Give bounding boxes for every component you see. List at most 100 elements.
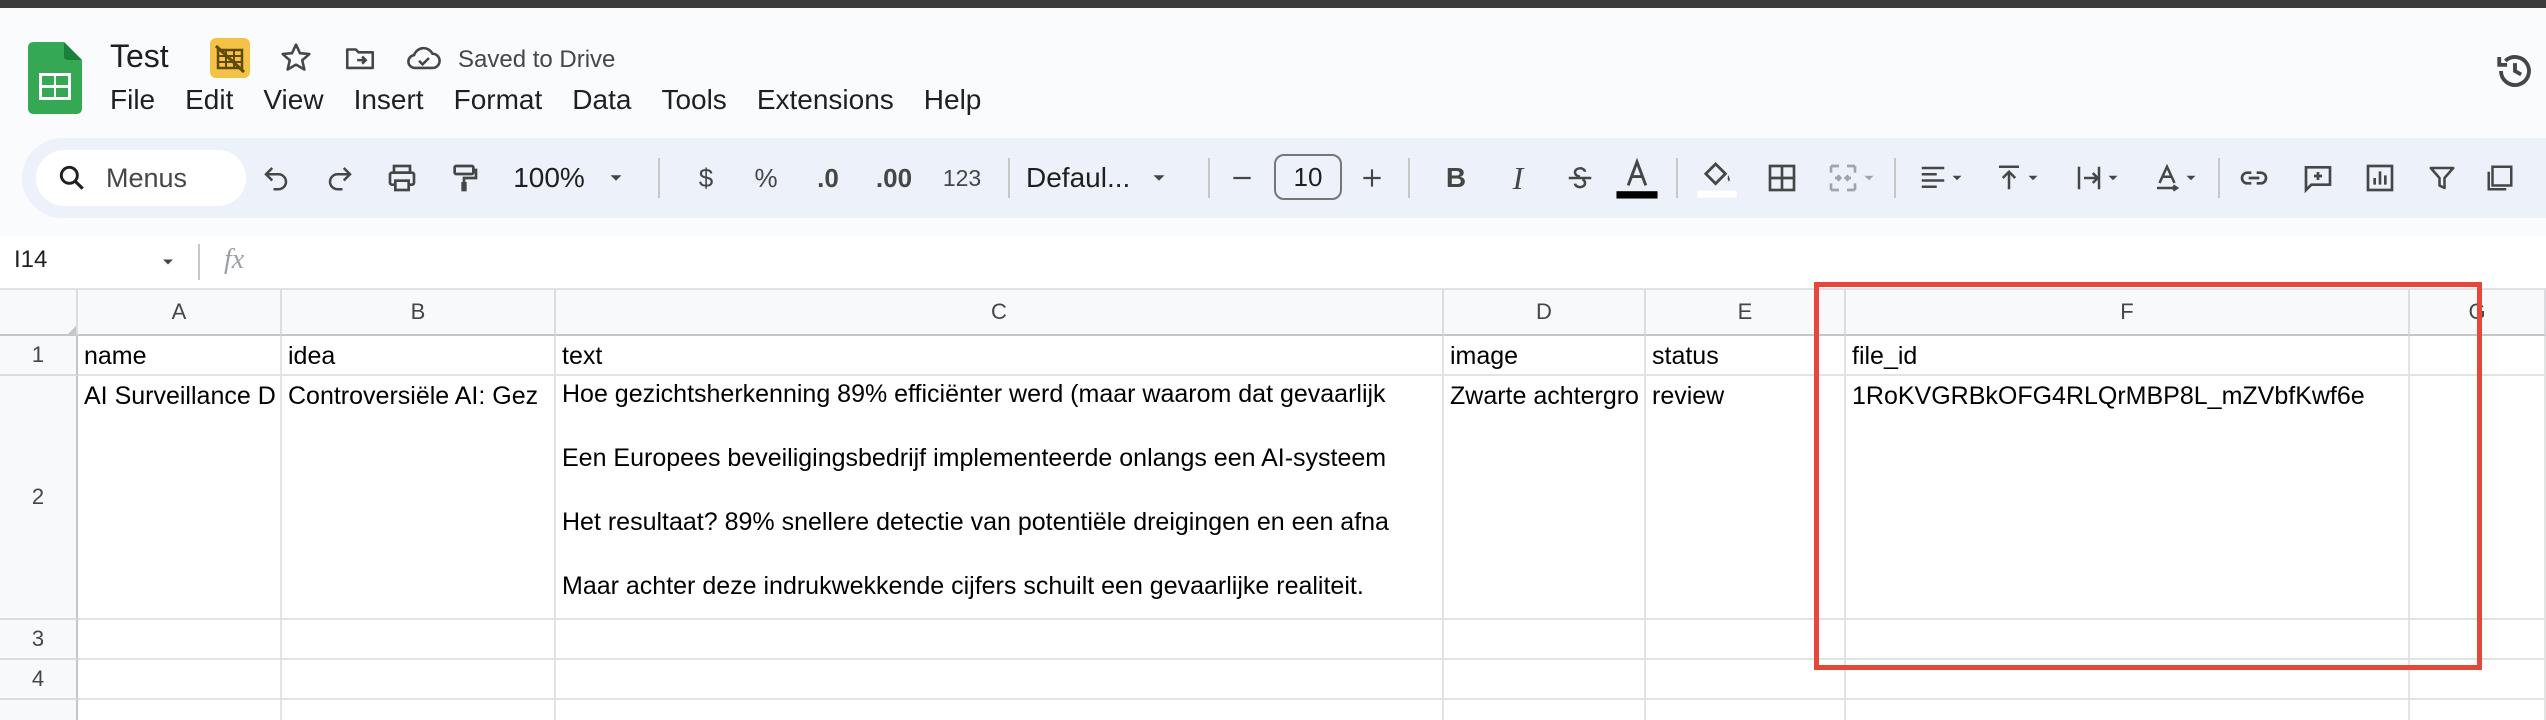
cell-b1[interactable]: idea <box>282 336 556 376</box>
cell-a2[interactable]: AI Surveillance D <box>78 376 282 620</box>
select-all-corner[interactable] <box>0 290 78 336</box>
column-header-g[interactable]: G <box>2410 290 2546 336</box>
cell-g1[interactable] <box>2410 336 2546 376</box>
increase-decimal-button[interactable]: .00 <box>866 138 922 218</box>
cell-f5[interactable] <box>1846 700 2410 720</box>
filter-button[interactable] <box>2420 138 2464 218</box>
cell-f4[interactable] <box>1846 660 2410 700</box>
cell-f2[interactable]: 1RoKVGRBkOFG4RLQrMBP8L_mZVbfKwf6e <box>1846 376 2410 620</box>
increase-font-size-button[interactable] <box>1352 138 1392 218</box>
horizontal-align-button[interactable] <box>1910 138 1974 218</box>
paint-format-icon <box>453 164 478 192</box>
cell-g5[interactable] <box>2410 700 2546 720</box>
cell-f1[interactable]: file_id <box>1846 336 2410 376</box>
menu-view[interactable]: View <box>263 84 323 116</box>
cell-e4[interactable] <box>1646 660 1846 700</box>
row-header-5[interactable] <box>0 700 78 720</box>
cell-c1[interactable]: text <box>556 336 1444 376</box>
cell-d2[interactable]: Zwarte achtergro <box>1444 376 1646 620</box>
strikethrough-button[interactable] <box>1558 138 1602 218</box>
cell-d4[interactable] <box>1444 660 1646 700</box>
text-rotation-button[interactable] <box>2144 138 2208 218</box>
star-icon[interactable] <box>276 38 316 78</box>
offline-badge-icon[interactable] <box>210 38 250 78</box>
cloud-check-icon[interactable] <box>404 38 444 78</box>
print-button[interactable] <box>380 138 424 218</box>
row-header-3[interactable]: 3 <box>0 620 78 660</box>
menu-file[interactable]: File <box>110 84 155 116</box>
cell-b2[interactable]: Controversiële AI: Gez <box>282 376 556 620</box>
sheets-logo-icon[interactable] <box>28 42 82 114</box>
cell-g3[interactable] <box>2410 620 2546 660</box>
font-size-input[interactable]: 10 <box>1274 154 1342 200</box>
cell-g4[interactable] <box>2410 660 2546 700</box>
redo-button[interactable] <box>318 138 362 218</box>
saved-status[interactable]: Saved to Drive <box>458 46 615 74</box>
decrease-decimal-button[interactable]: .0 <box>804 138 852 218</box>
insert-link-button[interactable] <box>2232 138 2276 218</box>
name-box[interactable]: I14 <box>14 246 47 274</box>
menu-insert[interactable]: Insert <box>354 84 424 116</box>
cell-b3[interactable] <box>282 620 556 660</box>
row-header-4[interactable]: 4 <box>0 660 78 700</box>
chevron-down-icon[interactable] <box>158 252 178 272</box>
column-header-e[interactable]: E <box>1646 290 1846 336</box>
currency-format-button[interactable]: $ <box>684 138 728 218</box>
filter-views-button[interactable] <box>2478 138 2522 218</box>
paint-format-button[interactable] <box>442 138 486 218</box>
menu-format[interactable]: Format <box>454 84 543 116</box>
merge-cells-button[interactable] <box>1822 138 1882 218</box>
cell-g2[interactable] <box>2410 376 2546 620</box>
history-icon[interactable] <box>2494 50 2536 92</box>
cell-d3[interactable] <box>1444 620 1646 660</box>
cell-c3[interactable] <box>556 620 1444 660</box>
undo-button[interactable] <box>254 138 298 218</box>
borders-button[interactable] <box>1760 138 1804 218</box>
column-header-d[interactable]: D <box>1444 290 1646 336</box>
formula-input[interactable] <box>270 244 2470 280</box>
text-color-button[interactable] <box>1610 138 1664 218</box>
cell-c5[interactable] <box>556 700 1444 720</box>
cell-c4[interactable] <box>556 660 1444 700</box>
column-header-a[interactable]: A <box>78 290 282 336</box>
cell-b5[interactable] <box>282 700 556 720</box>
cell-a1[interactable]: name <box>78 336 282 376</box>
menu-tools[interactable]: Tools <box>661 84 726 116</box>
cell-e1[interactable]: status <box>1646 336 1846 376</box>
cell-a3[interactable] <box>78 620 282 660</box>
move-folder-icon[interactable] <box>340 38 380 78</box>
column-header-c[interactable]: C <box>556 290 1444 336</box>
menu-data[interactable]: Data <box>572 84 631 116</box>
cell-d1[interactable]: image <box>1444 336 1646 376</box>
cell-a5[interactable] <box>78 700 282 720</box>
text-wrapping-button[interactable] <box>2066 138 2130 218</box>
fill-color-button[interactable] <box>1690 138 1744 218</box>
menu-extensions[interactable]: Extensions <box>757 84 894 116</box>
italic-button[interactable]: I <box>1498 138 1538 218</box>
zoom-select[interactable]: 100% <box>510 138 630 218</box>
cell-d5[interactable] <box>1444 700 1646 720</box>
cell-f3[interactable] <box>1846 620 2410 660</box>
font-family-select[interactable]: Defaul... <box>1026 138 1206 218</box>
menu-help[interactable]: Help <box>924 84 982 116</box>
cell-a4[interactable] <box>78 660 282 700</box>
document-title[interactable]: Test <box>110 38 169 75</box>
column-header-b[interactable]: B <box>282 290 556 336</box>
cell-e5[interactable] <box>1646 700 1846 720</box>
vertical-align-button[interactable] <box>1986 138 2050 218</box>
row-header-2[interactable]: 2 <box>0 376 78 620</box>
menu-edit[interactable]: Edit <box>185 84 233 116</box>
cell-e3[interactable] <box>1646 620 1846 660</box>
row-header-1[interactable]: 1 <box>0 336 78 376</box>
bold-button[interactable]: B <box>1436 138 1476 218</box>
cell-c2[interactable]: Hoe gezichtsherkenning 89% efficiënter w… <box>556 376 1444 620</box>
percent-format-button[interactable]: % <box>744 138 788 218</box>
column-header-f[interactable]: F <box>1846 290 2410 336</box>
insert-chart-button[interactable] <box>2358 138 2402 218</box>
number-format-button[interactable]: 123 <box>934 138 990 218</box>
cell-e2[interactable]: review <box>1646 376 1846 620</box>
menus-search[interactable]: Menus <box>36 150 246 206</box>
insert-comment-button[interactable] <box>2296 138 2340 218</box>
cell-b4[interactable] <box>282 660 556 700</box>
decrease-font-size-button[interactable] <box>1222 138 1262 218</box>
